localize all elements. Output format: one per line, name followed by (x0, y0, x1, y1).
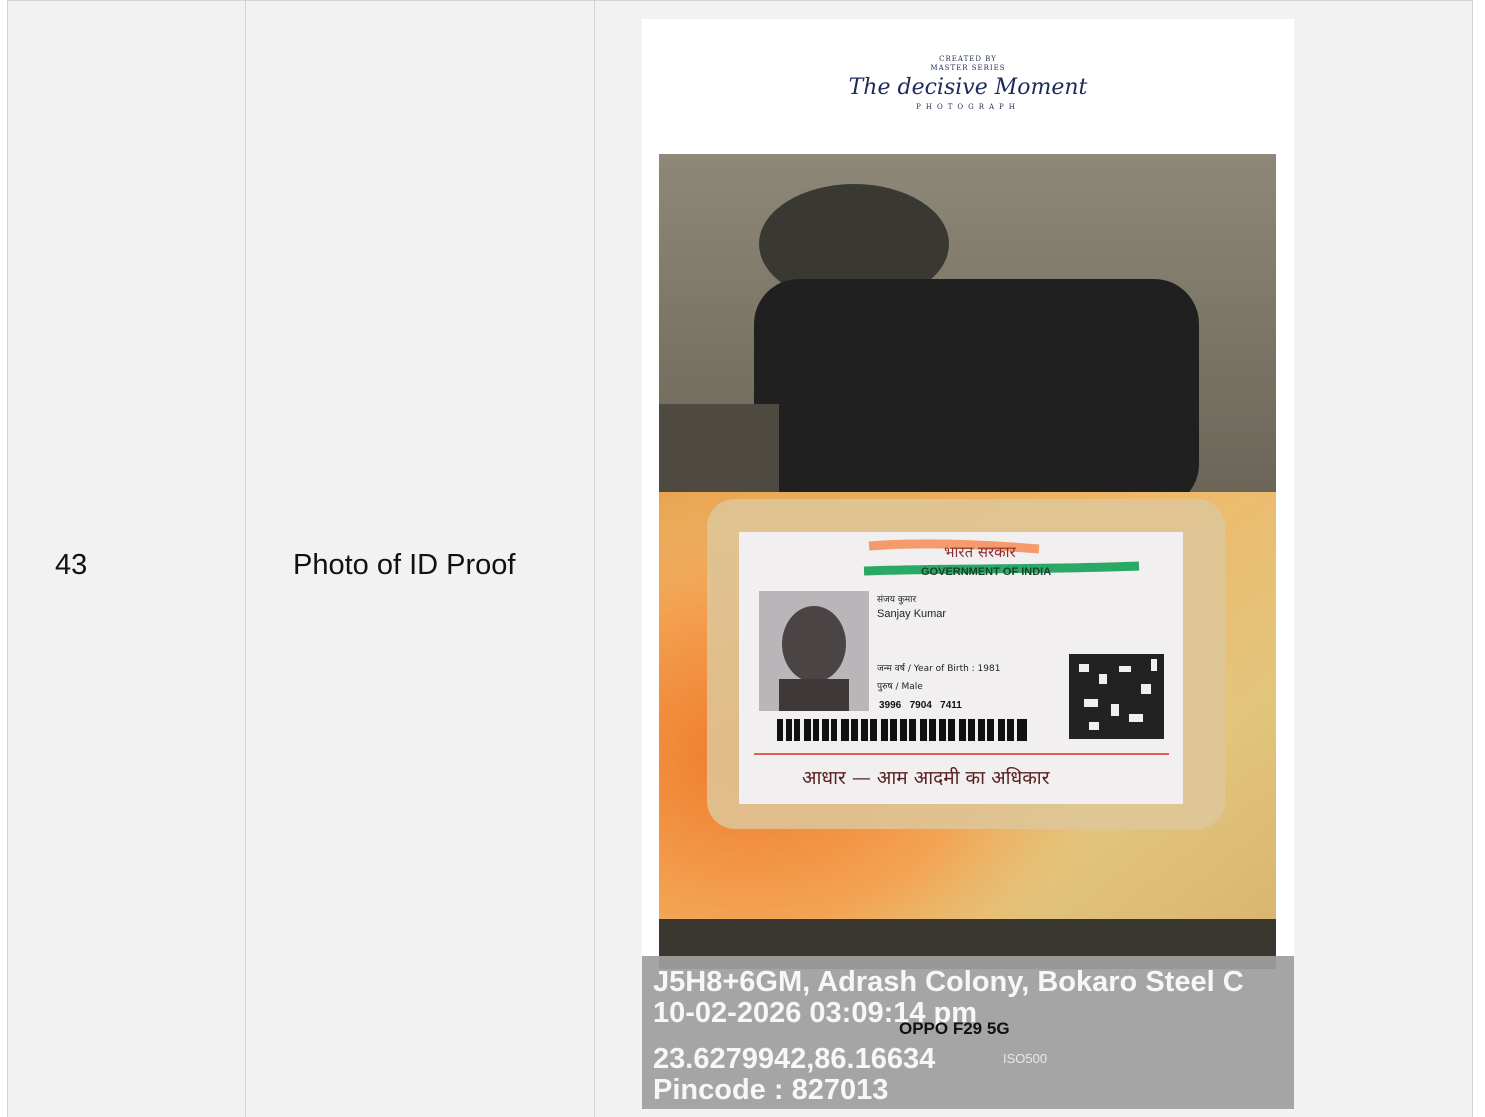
card-header-hindi: भारत सरकार (944, 543, 1016, 561)
photo-of-aadhaar-card: भारत सरकार GOVERNMENT OF INDIA संजय कुमा… (659, 154, 1276, 969)
geotag-coordinates: 23.6279942,86.16634 (653, 1043, 936, 1075)
column-divider (594, 1, 595, 1117)
geotag-pincode: Pincode : 827013 (653, 1074, 889, 1106)
card-year-of-birth: जन्म वर्ष / Year of Birth : 1981 (877, 664, 1001, 674)
watermark-logo: CREATED BY MASTER SERIES The decisive Mo… (848, 55, 1088, 111)
row-label-cell: Photo of ID Proof (293, 549, 516, 581)
column-divider (245, 1, 246, 1117)
card-gender: पुरुष / Male (877, 682, 923, 692)
card-name-hindi: संजय कुमार (877, 595, 917, 605)
card-footer-slogan: आधार — आम आदमी का अधिकार (802, 767, 1050, 789)
card-aadhaar-number: 3996 7904 7411 (879, 700, 962, 711)
id-proof-image[interactable]: CREATED BY MASTER SERIES The decisive Mo… (642, 19, 1294, 1109)
row-number-cell: 43 (55, 549, 88, 581)
card-name-english: Sanjay Kumar (877, 608, 947, 620)
camera-model: OPPO F29 5G (899, 1019, 1010, 1038)
geotag-overlay: J5H8+6GM, Adrash Colony, Bokaro Steel C … (642, 956, 1294, 1109)
card-header-english: GOVERNMENT OF INDIA (921, 566, 1052, 578)
geotag-address: J5H8+6GM, Adrash Colony, Bokaro Steel C (653, 966, 1244, 998)
camera-settings: ISO500 (1003, 1051, 1048, 1066)
